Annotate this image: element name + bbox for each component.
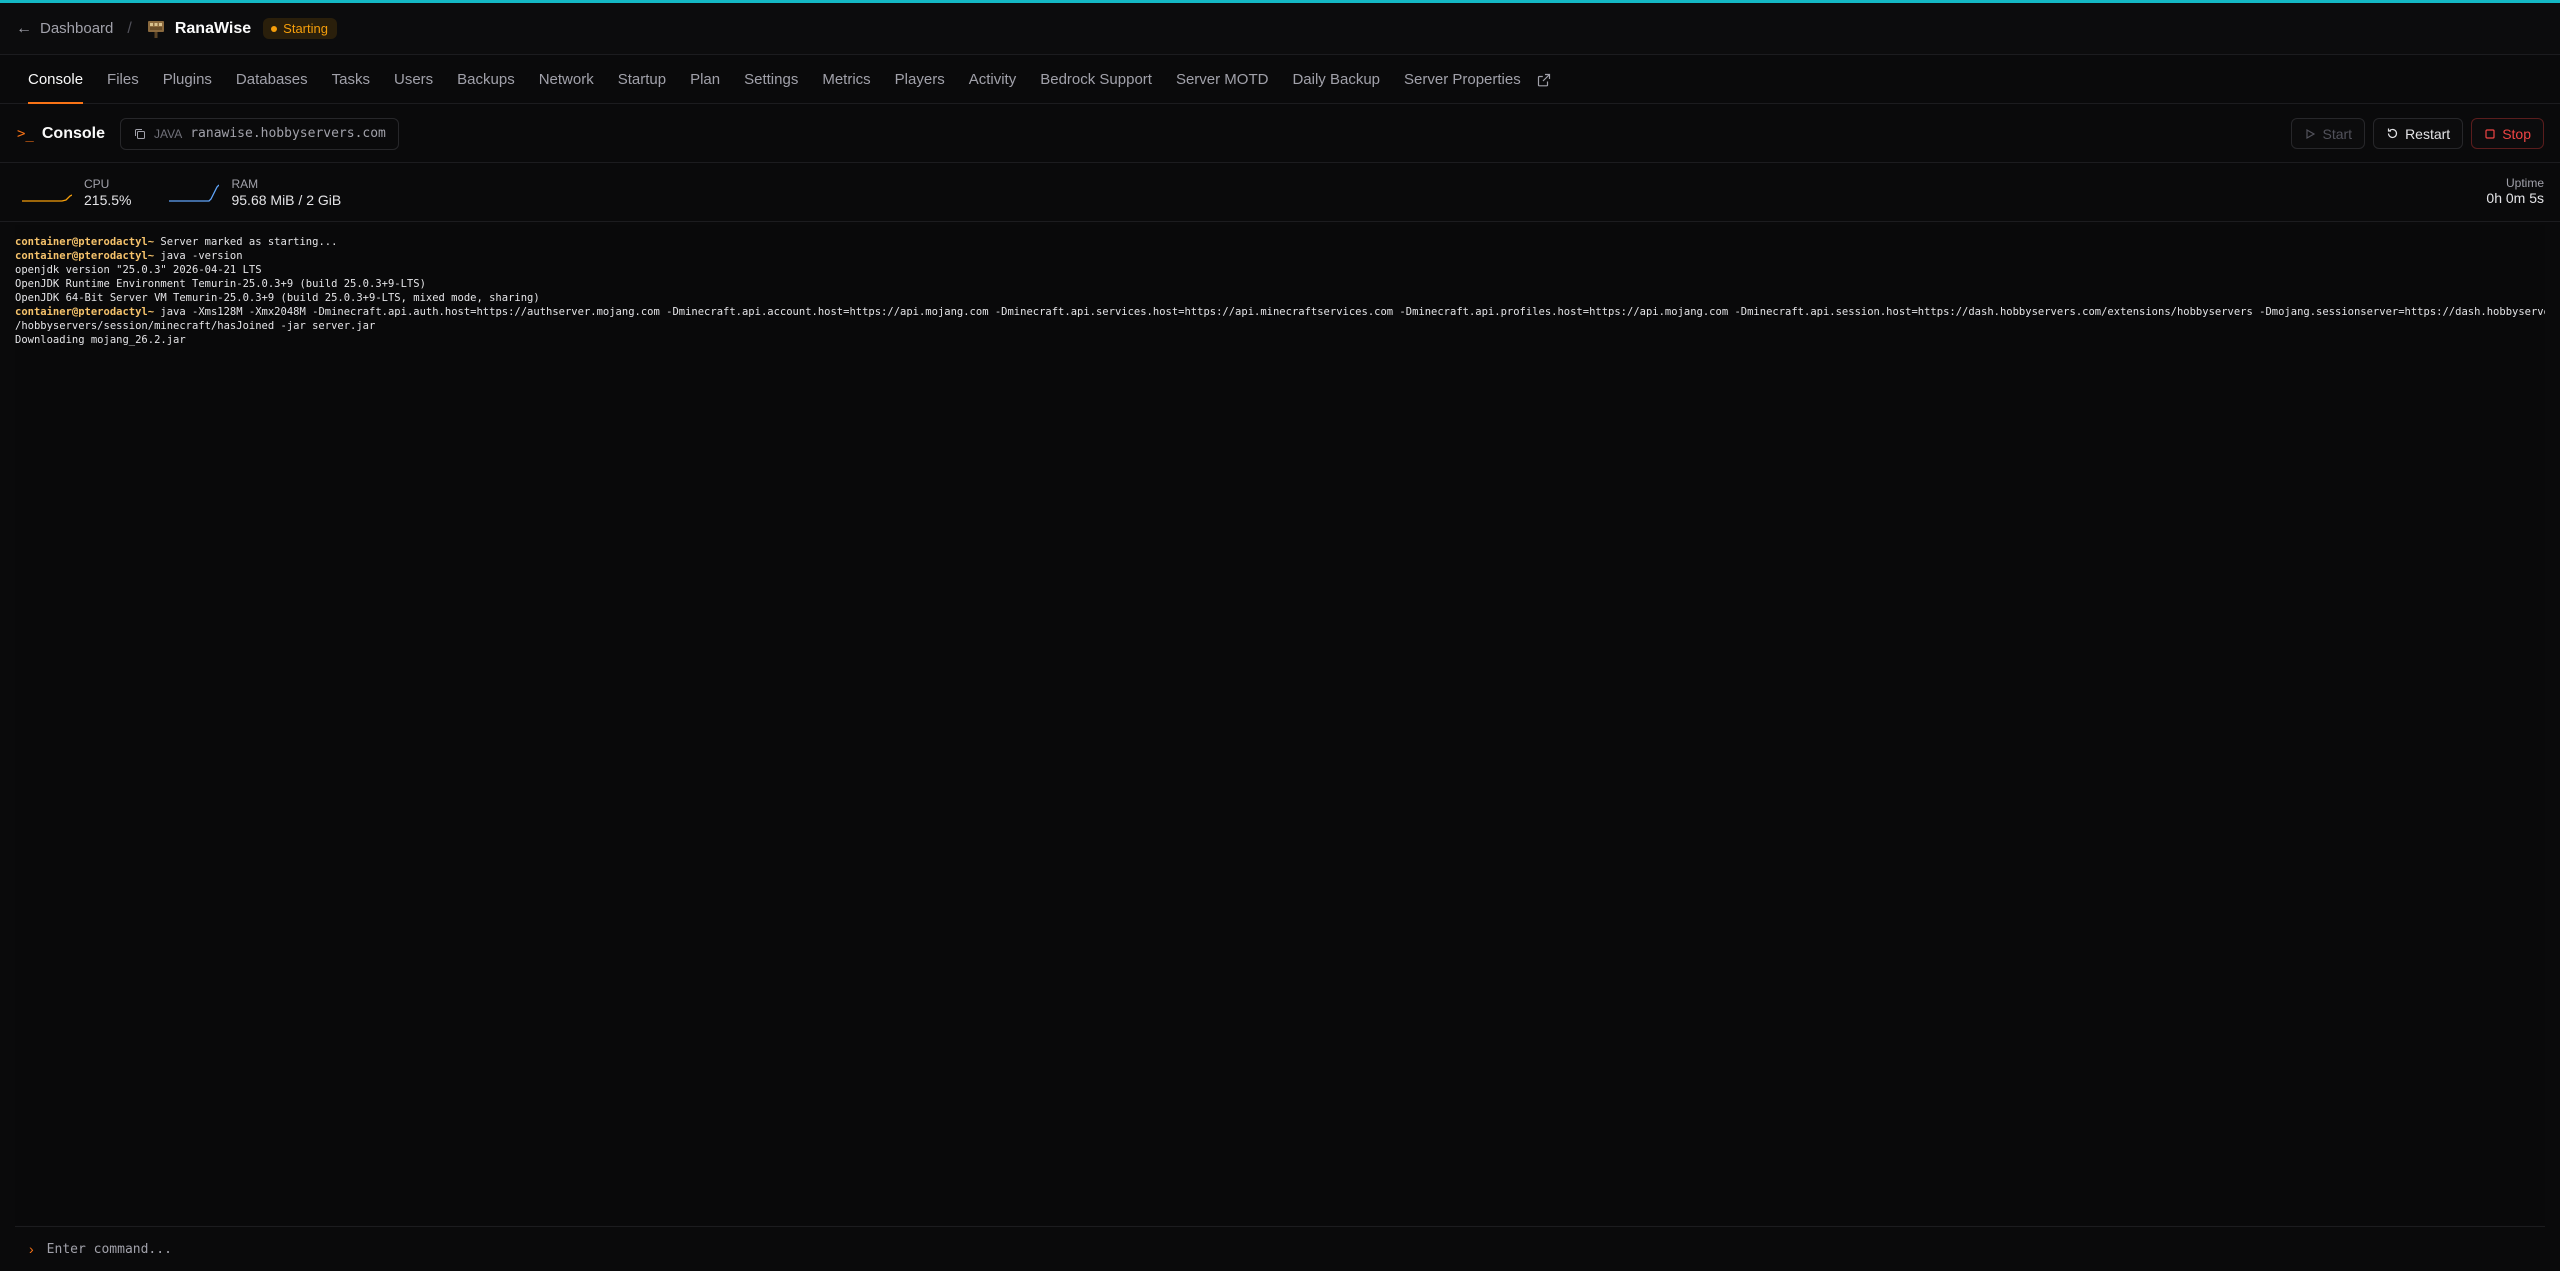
ram-value: 95.68 MiB / 2 GiB xyxy=(231,191,342,208)
stats-bar: CPU 215.5% RAM 95.68 MiB / 2 GiB Uptime … xyxy=(0,164,2560,222)
console-line: container@pterodactyl~ java -Xms128M -Xm… xyxy=(15,305,2545,319)
console-text: openjdk version "25.0.3" 2026-04-21 LTS xyxy=(15,264,262,276)
server-name: RanaWise xyxy=(174,19,252,37)
tab-server-properties[interactable]: Server Properties xyxy=(1392,56,1533,103)
console-text: Server marked as starting... xyxy=(154,236,338,248)
console-line: container@pterodactyl~ Server marked as … xyxy=(15,235,2545,249)
uptime-label: Uptime xyxy=(2505,176,2544,190)
restart-label: Restart xyxy=(2405,125,2451,142)
tab-bedrock-support[interactable]: Bedrock Support xyxy=(1028,56,1164,103)
ram-sparkline xyxy=(169,184,220,202)
breadcrumb-separator: / xyxy=(127,19,132,37)
cpu-stat: CPU 215.5% xyxy=(22,177,131,209)
tab-players[interactable]: Players xyxy=(883,56,957,103)
console-output[interactable]: container@pterodactyl~ Server marked as … xyxy=(15,225,2545,1225)
tab-plan[interactable]: Plan xyxy=(678,56,732,103)
console-line: OpenJDK Runtime Environment Temurin-25.0… xyxy=(15,277,2545,291)
header: ← Dashboard / RanaWise Starting xyxy=(0,3,2560,55)
console-text: OpenJDK 64-Bit Server VM Temurin-25.0.3+… xyxy=(15,292,540,304)
start-button[interactable]: Start xyxy=(2291,118,2366,149)
console-prompt: container@pterodactyl~ xyxy=(15,306,155,318)
tab-activity[interactable]: Activity xyxy=(957,56,1029,103)
command-bar: › xyxy=(15,1226,2545,1271)
tab-files[interactable]: Files xyxy=(95,56,151,103)
uptime-value: 0h 0m 5s xyxy=(2486,190,2544,206)
tab-backups[interactable]: Backups xyxy=(445,56,527,103)
server-address-copy[interactable]: JAVA ranawise.hobbyservers.com xyxy=(119,117,399,150)
tab-network[interactable]: Network xyxy=(527,56,606,103)
console-text: java -version xyxy=(154,250,243,262)
console-line: /hobbyservers/session/minecraft/hasJoine… xyxy=(15,319,2545,333)
console-line: container@pterodactyl~ java -version xyxy=(15,249,2545,263)
ram-label: RAM xyxy=(231,176,259,191)
console-text: OpenJDK Runtime Environment Temurin-25.0… xyxy=(15,278,426,290)
tab-startup[interactable]: Startup xyxy=(606,56,678,103)
copy-icon xyxy=(134,128,145,139)
console-line: Downloading mojang_26.2.jar xyxy=(15,333,2545,347)
edition-label: JAVA xyxy=(153,126,183,141)
console-prompt: container@pterodactyl~ xyxy=(15,250,155,262)
stop-label: Stop xyxy=(2502,125,2531,142)
server-address: ranawise.hobbyservers.com xyxy=(190,126,386,141)
console-prompt: container@pterodactyl~ xyxy=(15,236,155,248)
cpu-sparkline xyxy=(22,193,72,202)
console-title: Console xyxy=(41,124,105,142)
tab-plugins[interactable]: Plugins xyxy=(151,56,224,103)
console-text: Downloading mojang_26.2.jar xyxy=(15,334,186,346)
start-label: Start xyxy=(2322,125,2353,142)
ram-stat: RAM 95.68 MiB / 2 GiB xyxy=(169,177,341,209)
console-line: OpenJDK 64-Bit Server VM Temurin-25.0.3+… xyxy=(15,291,2545,305)
arrow-left-icon: ← xyxy=(16,19,32,37)
server-icon xyxy=(147,20,164,38)
cpu-value: 215.5% xyxy=(84,191,132,208)
stop-icon xyxy=(2485,128,2495,139)
tab-databases[interactable]: Databases xyxy=(224,56,320,103)
tab-metrics[interactable]: Metrics xyxy=(810,56,882,103)
restart-button[interactable]: Restart xyxy=(2373,118,2464,149)
tab-users[interactable]: Users xyxy=(382,56,445,103)
tab-tasks[interactable]: Tasks xyxy=(320,56,382,103)
console-line: openjdk version "25.0.3" 2026-04-21 LTS xyxy=(15,263,2545,277)
tab-daily-backup[interactable]: Daily Backup xyxy=(1280,56,1392,103)
tab-bar: Console Files Plugins Databases Tasks Users Ba… xyxy=(0,56,2560,104)
chevron-right-icon: › xyxy=(29,1241,34,1257)
tab-console[interactable]: Console xyxy=(16,56,95,104)
power-controls: Start Restart Stop xyxy=(2291,118,2544,149)
tab-settings[interactable]: Settings xyxy=(732,56,810,103)
console-bar: >_ Console JAVA ranawise.hobbyservers.co… xyxy=(0,105,2560,163)
command-input[interactable] xyxy=(46,1241,2447,1257)
console-text: java -Xms128M -Xmx2048M -Dminecraft.api.… xyxy=(154,306,2545,318)
cpu-label: CPU xyxy=(84,176,110,191)
stop-button[interactable]: Stop xyxy=(2471,118,2544,149)
restart-icon xyxy=(2387,128,2398,139)
back-to-dashboard-link[interactable]: ← Dashboard xyxy=(16,20,113,38)
play-icon xyxy=(2306,128,2316,139)
status-dot-icon xyxy=(271,25,278,32)
status-text: Starting xyxy=(283,21,328,36)
tab-server-motd[interactable]: Server MOTD xyxy=(1164,56,1281,103)
back-label: Dashboard xyxy=(40,20,114,37)
external-link-icon[interactable] xyxy=(1533,56,1555,103)
status-badge: Starting xyxy=(263,18,337,39)
console-text: /hobbyservers/session/minecraft/hasJoine… xyxy=(15,320,376,332)
terminal-icon: >_ xyxy=(17,125,34,142)
uptime-stat: Uptime 0h 0m 5s xyxy=(2486,176,2544,206)
